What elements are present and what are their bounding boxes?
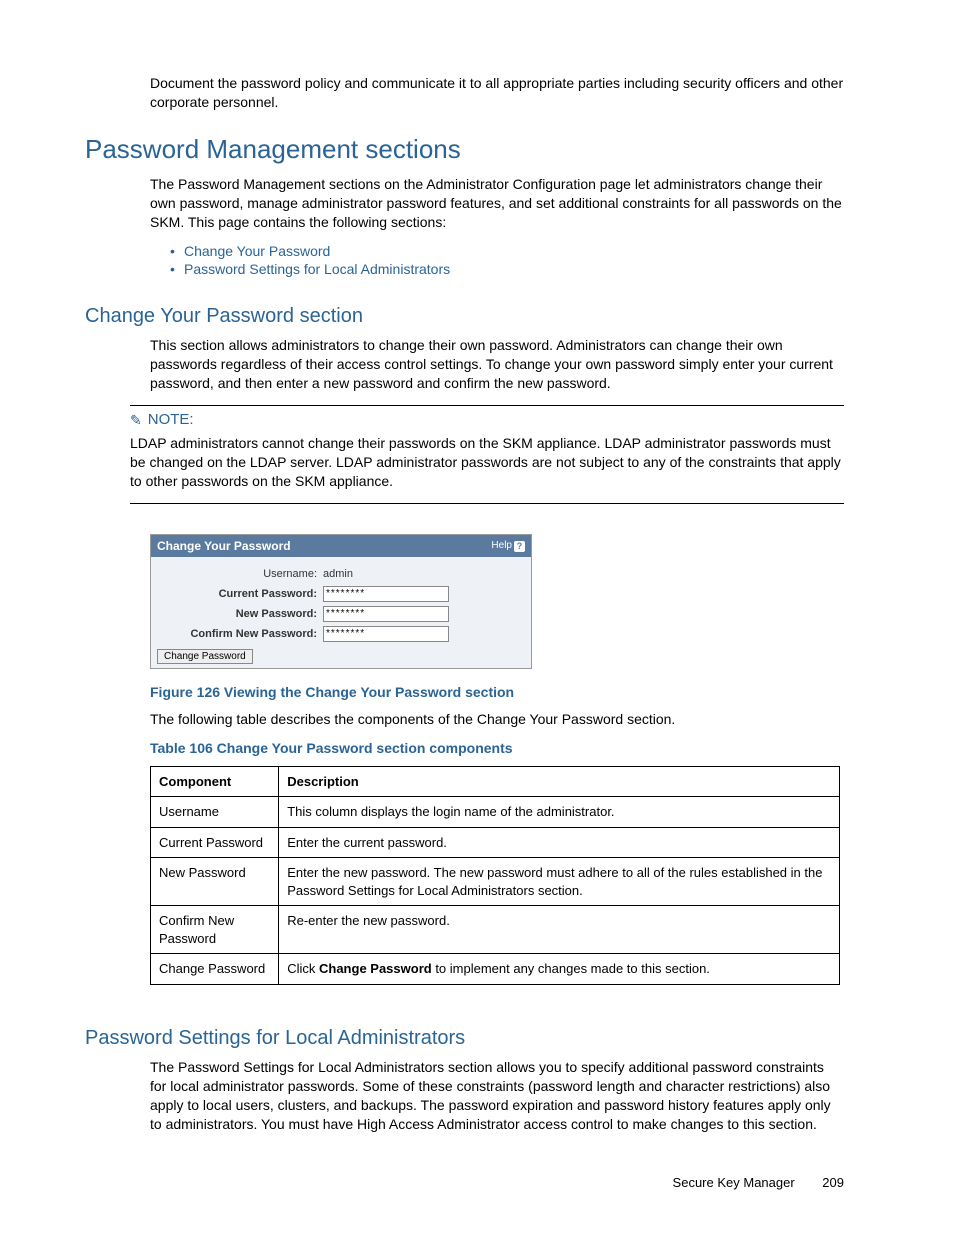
cell-description: Enter the current password.: [279, 827, 840, 858]
footer-page-number: 209: [822, 1174, 844, 1192]
change-password-button[interactable]: Change Password: [157, 649, 253, 664]
cell-description: Click Change Password to implement any c…: [279, 954, 840, 985]
cell-description: This column displays the login name of t…: [279, 797, 840, 828]
intro-paragraph: Document the password policy and communi…: [150, 74, 844, 112]
cell-component: Current Password: [151, 827, 279, 858]
link-change-your-password[interactable]: Change Your Password: [184, 243, 330, 259]
heading-password-management: Password Management sections: [85, 132, 844, 167]
table-row: Change PasswordClick Change Password to …: [151, 954, 840, 985]
panel-header: Change Your Password Help ?: [151, 535, 531, 557]
note-rule-top: [130, 405, 844, 406]
cell-component: Change Password: [151, 954, 279, 985]
new-password-input[interactable]: [323, 606, 449, 622]
cell-component: Confirm New Password: [151, 906, 279, 954]
panel-help-link[interactable]: Help ?: [491, 539, 525, 553]
page-footer: Secure Key Manager 209: [85, 1174, 844, 1192]
table-row: Confirm New PasswordRe-enter the new pas…: [151, 906, 840, 954]
note-rule-bottom: [130, 503, 844, 504]
cell-description: Re-enter the new password.: [279, 906, 840, 954]
note-text: LDAP administrators cannot change their …: [130, 434, 844, 491]
table-row: Current PasswordEnter the current passwo…: [151, 827, 840, 858]
username-label: Username:: [157, 567, 323, 582]
cyp-paragraph: This section allows administrators to ch…: [150, 336, 844, 393]
link-password-settings[interactable]: Password Settings for Local Administrato…: [184, 261, 450, 277]
panel-help-text: Help: [491, 539, 512, 553]
cell-description: Enter the new password. The new password…: [279, 858, 840, 906]
table-intro-text: The following table describes the compon…: [150, 710, 844, 729]
current-password-label: Current Password:: [157, 587, 323, 602]
note-label: NOTE:: [148, 410, 194, 430]
note-block: ✎ NOTE: LDAP administrators cannot chang…: [130, 410, 844, 491]
th-description: Description: [279, 766, 840, 797]
footer-doc-title: Secure Key Manager: [673, 1175, 795, 1190]
heading-change-your-password: Change Your Password section: [85, 303, 844, 330]
heading-password-settings: Password Settings for Local Administrato…: [85, 1025, 844, 1052]
th-component: Component: [151, 766, 279, 797]
pm-intro-para: The Password Management sections on the …: [150, 175, 844, 232]
password-settings-para: The Password Settings for Local Administ…: [150, 1058, 844, 1134]
section-links-list: Change Your Password Password Settings f…: [170, 242, 844, 280]
table-caption: Table 106 Change Your Password section c…: [150, 739, 844, 758]
table-row: UsernameThis column displays the login n…: [151, 797, 840, 828]
current-password-input[interactable]: [323, 586, 449, 602]
cell-component: New Password: [151, 858, 279, 906]
confirm-password-label: Confirm New Password:: [157, 627, 323, 642]
confirm-password-input[interactable]: [323, 626, 449, 642]
table-row: New PasswordEnter the new password. The …: [151, 858, 840, 906]
figure-caption: Figure 126 Viewing the Change Your Passw…: [150, 683, 844, 702]
new-password-label: New Password:: [157, 607, 323, 622]
note-icon: ✎: [130, 411, 142, 430]
help-icon: ?: [514, 541, 525, 552]
components-table: Component Description UsernameThis colum…: [150, 766, 840, 985]
cell-component: Username: [151, 797, 279, 828]
username-value: admin: [323, 567, 353, 582]
change-password-panel: Change Your Password Help ? Username: ad…: [150, 534, 532, 669]
panel-title: Change Your Password: [157, 538, 291, 554]
